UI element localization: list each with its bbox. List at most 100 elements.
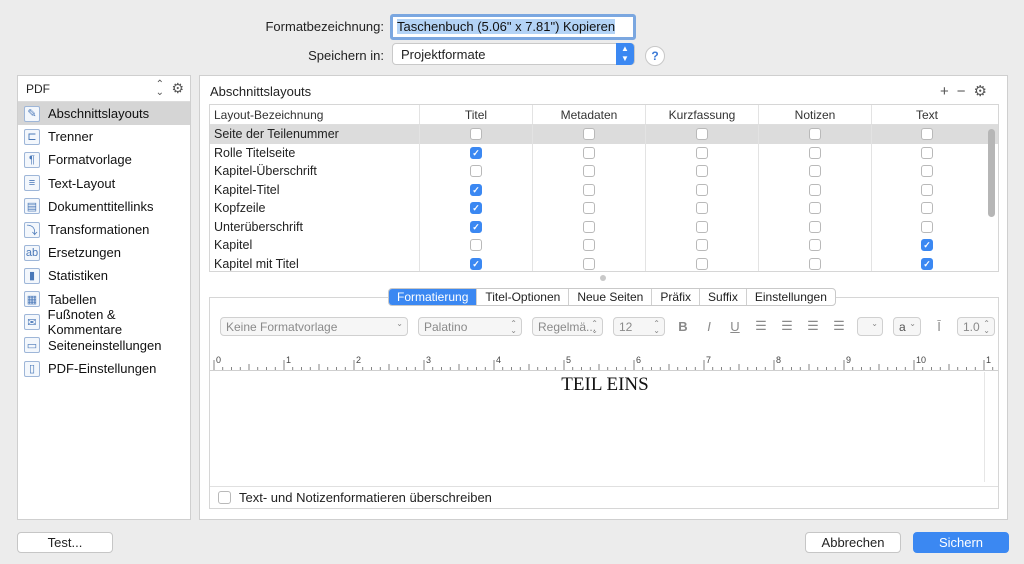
table-row[interactable]: Rolle Titelseite ✓ xyxy=(210,143,998,162)
editor-scrollbar[interactable] xyxy=(984,372,998,482)
checkbox[interactable] xyxy=(921,183,933,196)
weight-select[interactable]: Regelmä... ⌃ ⌄ xyxy=(532,316,603,336)
override-row[interactable]: Text- und Notizenformatieren überschreib… xyxy=(210,486,998,508)
column-header[interactable]: Titel xyxy=(420,105,533,124)
checkbox[interactable] xyxy=(809,146,821,159)
format-name-input[interactable]: Taschenbuch (5.06" x 7.81") Kopieren xyxy=(390,14,636,40)
checkbox[interactable] xyxy=(809,220,821,233)
checkbox[interactable] xyxy=(583,128,595,141)
font-select[interactable]: Palatino ⌃ ⌄ xyxy=(418,316,522,336)
gear-icon[interactable]: ⚙ xyxy=(171,80,184,97)
checkbox[interactable] xyxy=(470,128,482,141)
line-spacing-select[interactable]: 1.0 ⌃ ⌄ xyxy=(957,316,995,336)
checkbox[interactable]: ✓ xyxy=(470,202,482,215)
checkbox[interactable]: ✓ xyxy=(470,183,482,196)
sidebar-item[interactable]: ✉ Fußnoten & Kommentare xyxy=(18,307,190,337)
highlight-select[interactable]: ⌄ xyxy=(857,316,883,336)
tab[interactable]: Titel-Optionen xyxy=(477,289,570,305)
text-color-select[interactable]: a ⌄ xyxy=(893,316,921,336)
size-stepper[interactable]: 12 ⌃ ⌄ xyxy=(613,316,665,336)
checkbox[interactable] xyxy=(921,128,933,141)
cancel-button[interactable]: Abbrechen xyxy=(805,532,901,553)
checkbox[interactable] xyxy=(809,165,821,178)
table-row[interactable]: Seite der Teilenummer xyxy=(210,125,998,144)
table-row[interactable]: Kopfzeile ✓ xyxy=(210,199,998,218)
checkbox[interactable] xyxy=(583,239,595,252)
panel-tools[interactable]: +−⚙ xyxy=(940,82,995,100)
checkbox[interactable] xyxy=(583,220,595,233)
table-row[interactable]: Kapitel-Überschrift xyxy=(210,162,998,181)
italic-button[interactable]: I xyxy=(701,319,717,334)
style-select[interactable]: Keine Formatvorlage ⌄ xyxy=(220,316,408,336)
help-button[interactable]: ? xyxy=(645,46,665,66)
checkbox[interactable] xyxy=(583,165,595,178)
override-checkbox[interactable] xyxy=(218,491,231,504)
sidebar-item[interactable]: ⊏ Trenner xyxy=(18,125,190,148)
ruler[interactable]: 0 1 2 3 4 5 6 7 8 9 10 1 xyxy=(210,351,998,371)
sidebar-header[interactable]: PDF ⌃ ⌄ ⚙ xyxy=(18,76,190,102)
checkbox[interactable]: ✓ xyxy=(470,146,482,159)
checkbox[interactable] xyxy=(583,183,595,196)
checkbox[interactable] xyxy=(696,146,708,159)
sidebar-item[interactable]: ¶ Formatvorlage xyxy=(18,148,190,171)
add-icon[interactable]: + xyxy=(940,83,957,100)
checkbox[interactable] xyxy=(470,239,482,252)
table-row[interactable]: Unterüberschrift ✓ xyxy=(210,217,998,236)
gear-icon[interactable]: ⚙ xyxy=(974,83,995,100)
checkbox[interactable] xyxy=(696,128,708,141)
splitter-handle[interactable] xyxy=(600,275,606,281)
sidebar-item[interactable]: ▮ Statistiken xyxy=(18,264,190,287)
align-justify-icon[interactable]: ☰ xyxy=(831,318,847,334)
table-row[interactable]: Kapitel ✓ xyxy=(210,236,998,255)
checkbox[interactable] xyxy=(809,239,821,252)
tab[interactable]: Neue Seiten xyxy=(569,289,653,305)
checkbox[interactable] xyxy=(921,202,933,215)
checkbox[interactable] xyxy=(696,165,708,178)
scroll-thumb[interactable] xyxy=(988,129,995,217)
remove-icon[interactable]: − xyxy=(957,83,974,100)
sidebar-item[interactable]: ≡ Text-Layout xyxy=(18,172,190,195)
checkbox[interactable] xyxy=(809,183,821,196)
checkbox[interactable]: ✓ xyxy=(470,220,482,233)
checkbox[interactable] xyxy=(809,128,821,141)
checkbox[interactable] xyxy=(470,165,482,178)
checkbox[interactable]: ✓ xyxy=(470,257,482,270)
sidebar-item[interactable]: ▤ Dokumenttitellinks xyxy=(18,195,190,218)
checkbox[interactable] xyxy=(809,257,821,270)
checkbox[interactable] xyxy=(696,202,708,215)
column-header[interactable]: Text xyxy=(872,105,982,124)
table-scrollbar[interactable] xyxy=(988,127,996,271)
table-row[interactable]: Kapitel mit Titel ✓ ✓ xyxy=(210,254,998,271)
checkbox[interactable] xyxy=(921,220,933,233)
tab[interactable]: Einstellungen xyxy=(747,289,835,305)
checkbox[interactable] xyxy=(696,220,708,233)
checkbox[interactable] xyxy=(696,239,708,252)
column-header[interactable]: Kurzfassung xyxy=(646,105,759,124)
underline-button[interactable]: U xyxy=(727,319,743,334)
checkbox[interactable] xyxy=(583,257,595,270)
save-in-popup[interactable]: Projektformate ▲ ▼ xyxy=(392,43,635,65)
table-row[interactable]: Kapitel-Titel ✓ xyxy=(210,180,998,199)
test-button[interactable]: Test... xyxy=(17,532,113,553)
checkbox[interactable] xyxy=(921,165,933,178)
column-header[interactable]: Notizen xyxy=(759,105,872,124)
sidebar-item[interactable]: ✎ Abschnittslayouts xyxy=(18,102,190,126)
column-header[interactable]: Layout-Bezeichnung xyxy=(210,105,420,124)
sidebar-item[interactable]: ▭ Seiteneinstellungen xyxy=(18,334,190,357)
tab[interactable]: Suffix xyxy=(700,289,747,305)
sidebar-item[interactable]: ▯ PDF-Einstellungen xyxy=(18,357,190,380)
column-header[interactable]: Metadaten xyxy=(533,105,646,124)
checkbox[interactable] xyxy=(583,202,595,215)
preview-text[interactable]: TEIL EINS xyxy=(210,374,1000,396)
checkbox[interactable] xyxy=(809,202,821,215)
tab[interactable]: Präfix xyxy=(652,289,701,305)
bold-button[interactable]: B xyxy=(675,319,691,334)
checkbox[interactable] xyxy=(921,146,933,159)
align-right-icon[interactable]: ☰ xyxy=(805,318,821,334)
checkbox[interactable]: ✓ xyxy=(921,257,933,270)
checkbox[interactable] xyxy=(696,257,708,270)
sidebar-item[interactable]: ab Ersetzungen xyxy=(18,241,190,264)
checkbox[interactable] xyxy=(696,183,708,196)
align-left-icon[interactable]: ☰ xyxy=(753,318,769,334)
checkbox[interactable] xyxy=(583,146,595,159)
